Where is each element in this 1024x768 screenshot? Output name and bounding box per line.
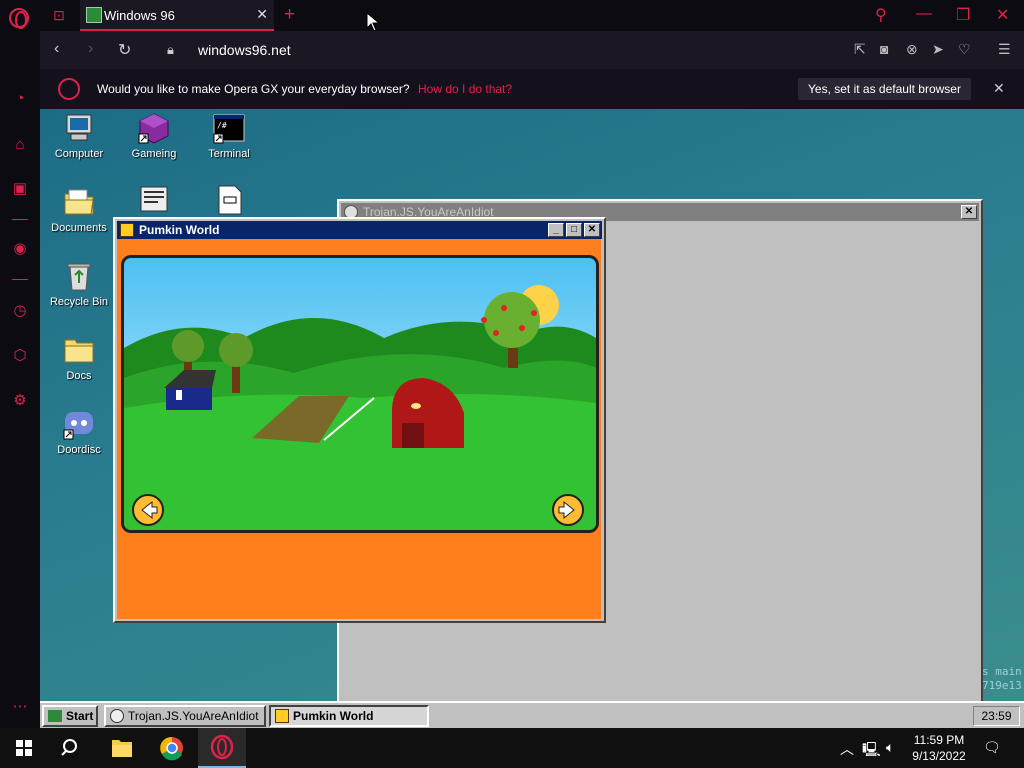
infobar-help-link[interactable]: How do I do that?: [418, 82, 512, 96]
tab-title: Windows 96: [104, 8, 175, 23]
game-scene[interactable]: [121, 255, 599, 533]
computer-icon: [63, 112, 95, 144]
windows-clock[interactable]: 11:59 PM 9/13/2022: [908, 732, 970, 764]
messenger-icon[interactable]: ⊡: [50, 7, 68, 23]
desktop-icon-computer[interactable]: Computer: [41, 112, 117, 160]
smiley-icon: [110, 709, 124, 723]
file-icon: [213, 184, 245, 216]
w96-start-button[interactable]: Start: [42, 705, 98, 727]
document-viewer-icon: [138, 184, 170, 216]
farm-scene: [124, 258, 596, 530]
opera-sidebar: ◔ ⌂ ▣ ◉ ◷ ⬡ ⚙ ⋯: [0, 31, 40, 728]
gx-control-icon[interactable]: ◔: [10, 89, 30, 109]
easy-setup-icon[interactable]: ☰: [998, 41, 1011, 58]
gx-corner-icon[interactable]: ⌂: [10, 135, 30, 155]
pumkin-maximize-button[interactable]: □: [566, 223, 582, 237]
windows96-favicon-icon: [86, 7, 102, 23]
desktop-icon-docs[interactable]: Docs: [41, 334, 117, 382]
default-browser-infobar: Would you like to make Opera GX your eve…: [40, 69, 1024, 109]
next-arrow-button[interactable]: [552, 494, 584, 526]
svg-text:/#: /#: [217, 121, 227, 130]
screen: ⊡ Windows 96 ✕ + ⚲ — ❐ ✕ ◔ ⌂ ▣ ◉ ◷ ⬡ ⚙ ⋯…: [0, 0, 1024, 768]
volume-icon[interactable]: 🔈︎: [886, 739, 894, 756]
taskbar-item-pumkin-world[interactable]: Pumkin World: [269, 705, 429, 727]
twitch-icon[interactable]: ▣: [10, 179, 30, 199]
extensions-icon[interactable]: ⬡: [10, 346, 30, 366]
notifications-icon[interactable]: 🗨︎: [983, 739, 1001, 756]
player-icon[interactable]: ◉: [10, 239, 30, 259]
sidebar-divider: [12, 279, 28, 280]
pumkin-title: Pumkin World: [139, 223, 220, 237]
reload-icon[interactable]: ↻: [118, 40, 131, 60]
trojan-close-button[interactable]: ✕: [961, 205, 977, 219]
folder-icon: [63, 334, 95, 366]
recycle-bin-icon: [63, 260, 95, 292]
folder-icon: [63, 186, 95, 218]
previous-arrow-button[interactable]: [132, 494, 164, 526]
history-icon[interactable]: ◷: [10, 301, 30, 321]
sidebar-divider: [12, 219, 28, 220]
close-window-icon[interactable]: ✕: [996, 5, 1009, 25]
arrow-left-icon: [141, 500, 158, 520]
opera-gx-taskbar-icon[interactable]: [198, 728, 246, 768]
send-icon[interactable]: ➤: [932, 41, 944, 58]
pumkin-world-window[interactable]: Pumkin World _ □ ✕: [113, 217, 606, 623]
pumkin-titlebar[interactable]: Pumkin World _ □ ✕: [117, 221, 602, 239]
mouse-cursor-icon: [366, 12, 380, 32]
set-default-button[interactable]: Yes, set it as default browser: [798, 78, 971, 100]
browser-tab-bar: ⊡ Windows 96 ✕ + ⚲ — ❐ ✕: [0, 0, 1024, 32]
taskbar-item-trojan[interactable]: Trojan.JS.YouAreAnIdiot: [104, 705, 266, 727]
minimize-window-icon[interactable]: —: [916, 5, 932, 23]
desktop-icon-doordisc[interactable]: Doordisc: [41, 408, 117, 456]
network-icon[interactable]: 🖳︎: [862, 739, 881, 763]
tab-close-icon[interactable]: ✕: [256, 6, 268, 23]
windows-taskbar: ︿ 🖳︎ 🔈︎ 11:59 PM 9/13/2022 🗨︎: [0, 728, 1024, 768]
desktop-icon-file[interactable]: [191, 184, 267, 220]
search-icon[interactable]: ⚲: [875, 5, 887, 25]
share-icon[interactable]: ⇱: [854, 41, 866, 58]
new-tab-button[interactable]: +: [284, 4, 295, 26]
terminal-icon: /#: [213, 112, 245, 144]
forward-icon[interactable]: ›: [88, 40, 93, 58]
background-terminal-text: s main 719e13: [982, 665, 1022, 692]
adblock-icon[interactable]: ⊗: [906, 41, 918, 58]
address-bar: ‹ › ↻ 🔒︎ windows96.net ⇱ ◙ ⊗ ➤ ♡ ☰: [40, 31, 1024, 69]
restore-window-icon[interactable]: ❐: [956, 5, 970, 25]
opera-logo-icon: [58, 78, 80, 100]
file-explorer-icon[interactable]: [98, 728, 146, 768]
game-cube-icon: [138, 112, 170, 144]
opera-menu-icon[interactable]: [9, 8, 29, 29]
bookmark-heart-icon[interactable]: ♡: [958, 41, 971, 58]
game-area: [117, 239, 601, 619]
pumkin-close-button[interactable]: ✕: [584, 223, 600, 237]
discord-icon: [63, 408, 95, 440]
chevron-up-icon[interactable]: ︿: [840, 739, 854, 759]
desktop-icon-recycle-bin[interactable]: Recycle Bin: [41, 260, 117, 308]
lock-icon: 🔒︎: [167, 42, 174, 57]
w96-taskbar: Start Trojan.JS.YouAreAnIdiot Pumkin Wor…: [40, 701, 1024, 728]
tab-windows96[interactable]: Windows 96 ✕: [80, 0, 274, 31]
pumpkin-app-icon: [120, 223, 134, 237]
more-icon[interactable]: ⋯: [10, 697, 30, 717]
windows96-desktop: Computer Gameing /# Terminal Documents R…: [40, 109, 1024, 728]
snapshot-icon[interactable]: ◙: [880, 41, 888, 57]
search-icon[interactable]: [48, 728, 96, 768]
w96-clock: 23:59: [973, 706, 1020, 726]
settings-icon[interactable]: ⚙: [10, 391, 30, 411]
arrow-right-icon: [558, 500, 575, 520]
pumpkin-app-icon: [275, 709, 289, 723]
windows-start-icon[interactable]: [16, 740, 32, 756]
pumkin-minimize-button[interactable]: _: [548, 223, 564, 237]
desktop-icon-gameing[interactable]: Gameing: [116, 112, 192, 160]
infobar-close-icon[interactable]: ✕: [993, 80, 1005, 97]
back-icon[interactable]: ‹: [54, 40, 59, 58]
chrome-icon[interactable]: [148, 728, 196, 768]
desktop-icon-documents-viewer[interactable]: [116, 184, 192, 220]
desktop-icon-terminal[interactable]: /# Terminal: [191, 112, 267, 160]
infobar-message: Would you like to make Opera GX your eve…: [97, 82, 410, 96]
url-field[interactable]: windows96.net: [198, 42, 291, 58]
desktop-icon-documents[interactable]: Documents: [41, 186, 117, 234]
